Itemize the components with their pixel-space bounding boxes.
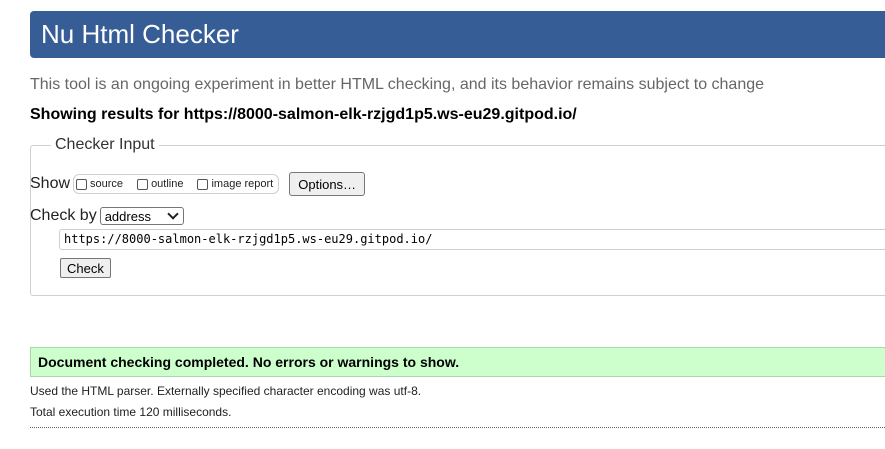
source-checkbox[interactable] — [76, 178, 88, 190]
source-option[interactable]: source — [76, 178, 123, 190]
check-by-label: Check by — [30, 207, 97, 224]
show-label: Show — [30, 175, 71, 192]
checker-input-legend: Checker Input — [55, 136, 155, 153]
divider — [30, 427, 885, 428]
outline-checkbox[interactable] — [137, 178, 149, 190]
check-button[interactable]: Check — [60, 258, 111, 278]
page-header: Nu Html Checker — [30, 11, 885, 58]
results-heading: Showing results for https://8000-salmon-… — [30, 106, 577, 123]
image-report-checkbox-label[interactable]: image report — [211, 178, 273, 190]
outline-checkbox-label[interactable]: outline — [151, 178, 183, 190]
check-by-select[interactable]: address — [99, 207, 184, 225]
tagline: This tool is an ongoing experiment in be… — [30, 76, 765, 93]
parser-info: Used the HTML parser. Externally specifi… — [30, 384, 422, 398]
show-row: Show source outline image report Options… — [30, 172, 366, 196]
outline-option[interactable]: outline — [137, 178, 183, 190]
show-options-group: source outline image report — [73, 174, 280, 194]
chevron-down-icon — [167, 208, 179, 220]
execution-time: Total execution time 120 milliseconds. — [30, 405, 232, 419]
check-by-row: Check by address — [30, 206, 184, 226]
source-checkbox-label[interactable]: source — [90, 178, 123, 190]
image-report-option[interactable]: image report — [197, 178, 273, 190]
page-title: Nu Html Checker — [41, 19, 239, 49]
options-button[interactable]: Options… — [289, 172, 366, 196]
image-report-checkbox[interactable] — [197, 178, 209, 190]
success-message: Document checking completed. No errors o… — [30, 347, 885, 377]
check-by-selected-value: address — [104, 208, 151, 224]
url-input[interactable]: https://8000-salmon-elk-rzjgd1p5.ws-eu29… — [59, 229, 885, 250]
